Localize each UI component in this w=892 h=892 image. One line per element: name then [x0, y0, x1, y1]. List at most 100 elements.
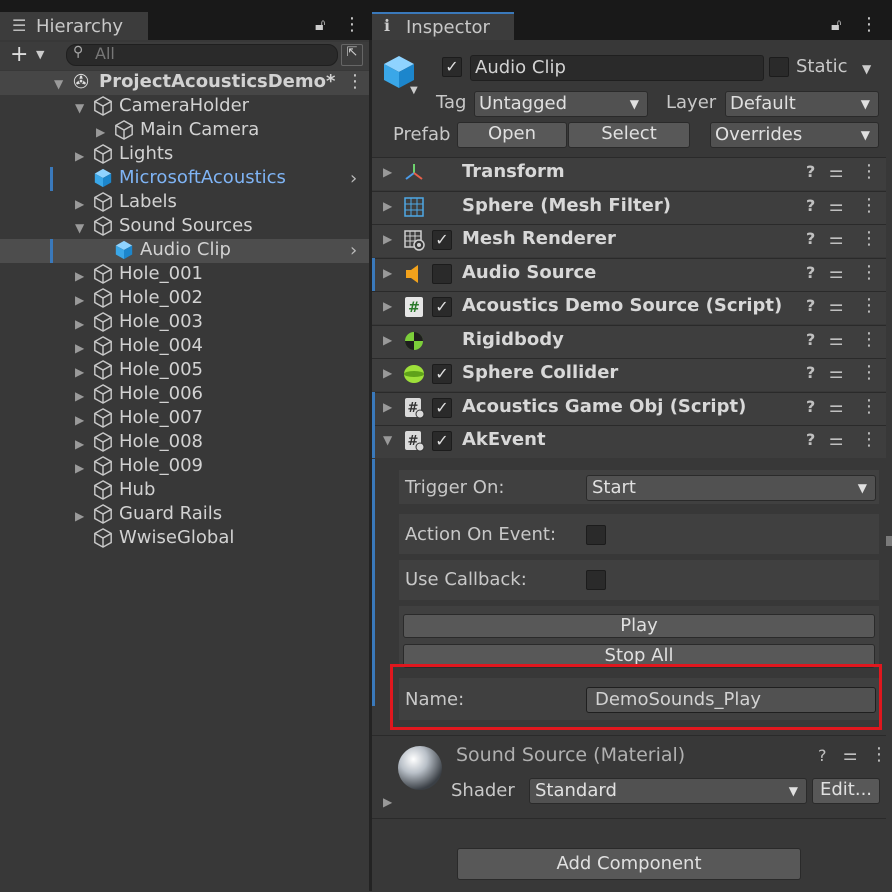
add-component-button[interactable]: Add Component: [457, 848, 801, 880]
material-kebab-icon[interactable]: ⋮: [870, 744, 888, 765]
expand-arrow-icon[interactable]: ▶: [383, 333, 392, 347]
help-icon[interactable]: ?: [806, 263, 815, 282]
help-icon[interactable]: ?: [806, 430, 815, 449]
presets-icon[interactable]: ⚌: [829, 296, 843, 315]
help-icon[interactable]: ?: [806, 397, 815, 416]
scrollbar-handle[interactable]: [886, 536, 892, 546]
presets-icon[interactable]: ⚌: [829, 162, 843, 181]
override-indicator: [372, 425, 375, 458]
use-callback-checkbox[interactable]: [586, 570, 606, 590]
shader-dropdown[interactable]: Standard ▼: [529, 778, 807, 804]
overrides-dropdown[interactable]: Overrides ▼: [710, 122, 879, 148]
expand-arrow-icon[interactable]: ▶: [75, 149, 84, 163]
add-button[interactable]: +: [10, 42, 28, 67]
expand-arrow-icon[interactable]: ▶: [383, 299, 392, 313]
help-icon[interactable]: ?: [806, 330, 815, 349]
expand-arrow-icon[interactable]: ▶: [75, 509, 84, 523]
help-icon[interactable]: ?: [806, 162, 815, 181]
chevron-right-icon[interactable]: ›: [350, 168, 357, 189]
presets-icon[interactable]: ⚌: [829, 363, 843, 382]
expand-arrow-icon[interactable]: ▶: [383, 400, 392, 414]
scene-kebab-icon[interactable]: ⋮: [346, 71, 364, 92]
expand-arrow-icon[interactable]: ▶: [75, 293, 84, 307]
static-checkbox[interactable]: [769, 57, 789, 77]
help-icon[interactable]: ?: [806, 363, 815, 382]
expand-arrow-icon[interactable]: ▼: [54, 77, 63, 91]
stop-all-label: Stop All: [604, 645, 674, 666]
component-enabled-checkbox[interactable]: ✓: [432, 297, 452, 317]
play-button[interactable]: Play: [403, 614, 875, 638]
expand-arrow-icon[interactable]: ▶: [75, 461, 84, 475]
hierarchy-row[interactable]: [0, 479, 369, 503]
material-expand-icon[interactable]: ▶: [383, 795, 392, 809]
active-checkbox[interactable]: ✓: [442, 57, 462, 77]
inspector-lock-icon[interactable]: 🔓︎: [831, 15, 841, 35]
collapse-arrow-icon[interactable]: ▼: [383, 433, 392, 447]
component-kebab-icon[interactable]: ⋮: [860, 362, 878, 383]
help-icon[interactable]: ?: [806, 196, 815, 215]
static-dropdown-icon[interactable]: ▼: [862, 62, 871, 76]
action-on-event-checkbox[interactable]: [586, 525, 606, 545]
component-kebab-icon[interactable]: ⋮: [860, 329, 878, 350]
component-kebab-icon[interactable]: ⋮: [860, 429, 878, 450]
expand-arrow-icon[interactable]: ▶: [75, 389, 84, 403]
presets-icon[interactable]: ⚌: [829, 330, 843, 349]
expand-arrow-icon[interactable]: ▶: [383, 266, 392, 280]
presets-icon[interactable]: ⚌: [829, 430, 843, 449]
scene-search-icon[interactable]: ⇱: [341, 44, 363, 66]
add-dropdown-icon[interactable]: ▼: [36, 48, 44, 61]
presets-icon[interactable]: ⚌: [829, 263, 843, 282]
help-icon[interactable]: ?: [818, 746, 827, 765]
component-kebab-icon[interactable]: ⋮: [860, 262, 878, 283]
component-title: Audio Source: [462, 262, 597, 283]
component-kebab-icon[interactable]: ⋮: [860, 161, 878, 182]
chevron-right-icon[interactable]: ›: [350, 240, 357, 261]
icon-dropdown-icon[interactable]: ▼: [410, 85, 418, 96]
expand-arrow-icon[interactable]: ▶: [75, 341, 84, 355]
expand-arrow-icon[interactable]: ▶: [383, 232, 392, 246]
prefab-open-button[interactable]: Open: [457, 122, 567, 148]
component-kebab-icon[interactable]: ⋮: [860, 295, 878, 316]
kebab-menu-icon[interactable]: ⋮: [343, 14, 361, 35]
expand-arrow-icon[interactable]: ▶: [75, 413, 84, 427]
expand-arrow-icon[interactable]: ▶: [383, 165, 392, 179]
component-kebab-icon[interactable]: ⋮: [860, 396, 878, 417]
shader-edit-button[interactable]: Edit...: [812, 778, 880, 804]
presets-icon[interactable]: ⚌: [843, 745, 857, 764]
expand-arrow-icon[interactable]: ▶: [75, 197, 84, 211]
component-enabled-checkbox[interactable]: ✓: [432, 398, 452, 418]
presets-icon[interactable]: ⚌: [829, 397, 843, 416]
presets-icon[interactable]: ⚌: [829, 196, 843, 215]
component-enabled-checkbox[interactable]: ✓: [432, 431, 452, 451]
hierarchy-item-label: Hole_008: [119, 431, 203, 452]
presets-icon[interactable]: ⚌: [829, 229, 843, 248]
expand-arrow-icon[interactable]: ▶: [383, 199, 392, 213]
lock-icon[interactable]: 🔓︎: [315, 15, 325, 35]
expand-arrow-icon[interactable]: ▶: [383, 366, 392, 380]
collapse-arrow-icon[interactable]: ▼: [75, 101, 84, 115]
tab-inspector[interactable]: ℹ Inspector: [372, 12, 514, 42]
component-enabled-checkbox[interactable]: ✓: [432, 364, 452, 384]
collapse-arrow-icon[interactable]: ▼: [75, 221, 84, 235]
expand-arrow-icon[interactable]: ▶: [75, 437, 84, 451]
expand-arrow-icon[interactable]: ▶: [96, 125, 105, 139]
expand-arrow-icon[interactable]: ▶: [75, 365, 84, 379]
help-icon[interactable]: ?: [806, 229, 815, 248]
component-enabled-checkbox[interactable]: ✓: [432, 230, 452, 250]
prefab-select-button[interactable]: Select: [568, 122, 690, 148]
component-kebab-icon[interactable]: ⋮: [860, 195, 878, 216]
expand-arrow-icon[interactable]: ▶: [75, 269, 84, 283]
tag-dropdown[interactable]: Untagged ▼: [474, 91, 648, 117]
inspector-kebab-icon[interactable]: ⋮: [860, 14, 878, 35]
trigger-on-dropdown[interactable]: Start ▼: [586, 475, 876, 501]
hierarchy-row[interactable]: [0, 143, 369, 167]
expand-arrow-icon[interactable]: ▶: [75, 317, 84, 331]
component-enabled-checkbox[interactable]: [432, 264, 452, 284]
component-kebab-icon[interactable]: ⋮: [860, 228, 878, 249]
help-icon[interactable]: ?: [806, 296, 815, 315]
hierarchy-row[interactable]: [0, 191, 369, 215]
search-input[interactable]: ⚲ All: [66, 44, 338, 66]
object-name-field[interactable]: Audio Clip: [470, 55, 764, 81]
tab-hierarchy[interactable]: ☰ Hierarchy: [0, 12, 148, 40]
layer-dropdown[interactable]: Default ▼: [725, 91, 879, 117]
